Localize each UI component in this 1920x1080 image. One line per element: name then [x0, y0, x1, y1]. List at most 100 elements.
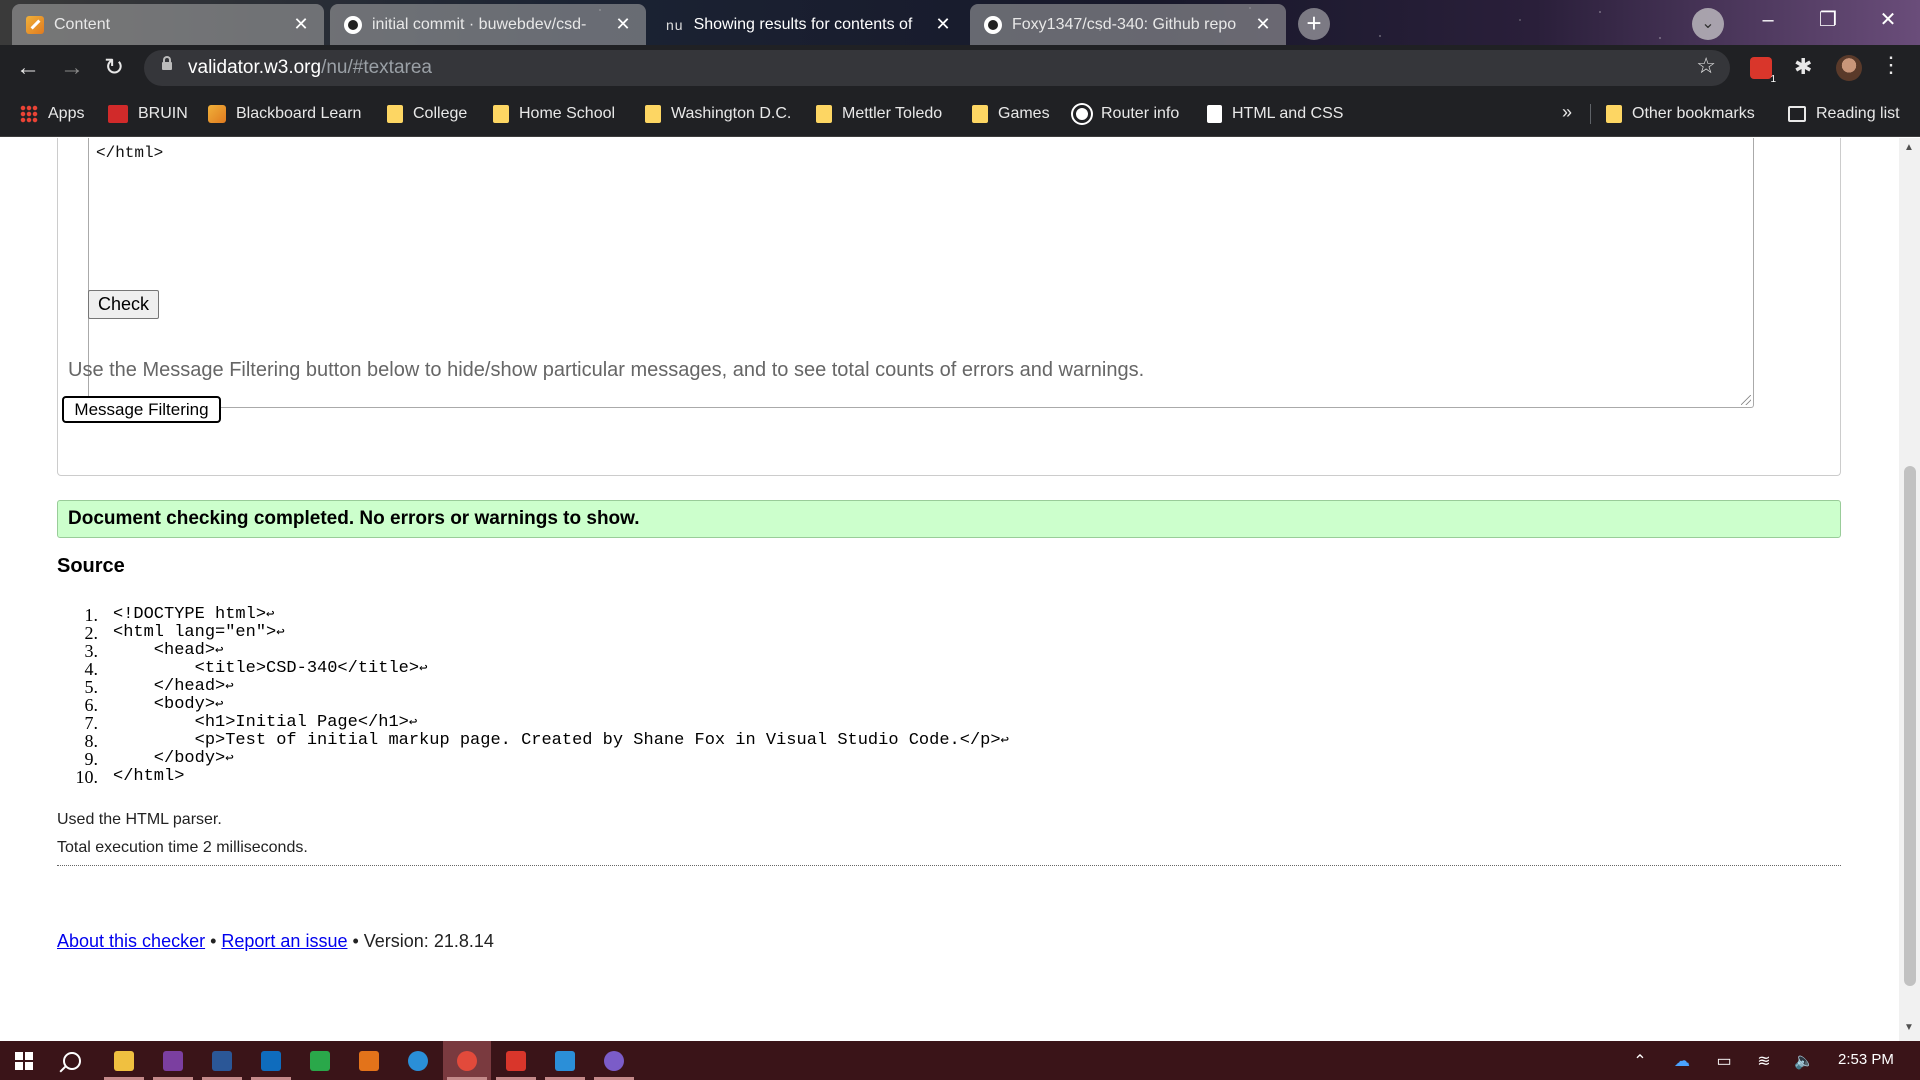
other-bookmarks[interactable]: Other bookmarks: [1606, 102, 1755, 126]
taskbar-app-office[interactable]: [345, 1041, 393, 1080]
lock-icon[interactable]: [162, 56, 172, 70]
line-code: <body>: [113, 695, 216, 714]
pencil-icon: [26, 15, 44, 34]
check-button[interactable]: Check: [88, 290, 159, 319]
bookmark-label: BRUIN: [138, 105, 188, 122]
onedrive-cloud-icon[interactable]: ☁: [1668, 1041, 1696, 1080]
source-line: 6. <body> ↩: [65, 695, 1009, 715]
tab-title: Content: [54, 15, 111, 33]
url-host: validator.w3.org: [188, 57, 322, 78]
source-line: 7. <h1>Initial Page</h1> ↩: [65, 713, 1009, 733]
more-bookmarks-chevron[interactable]: »: [1562, 102, 1572, 123]
line-number: 6.: [84, 695, 99, 715]
scroll-up-arrow-icon[interactable]: ▲: [1904, 142, 1914, 153]
edge-icon: [408, 1050, 428, 1071]
line-code: <html lang="en">: [113, 623, 277, 642]
taskbar-app-onenote[interactable]: [149, 1041, 197, 1080]
taskbar-app-outlook[interactable]: [247, 1041, 295, 1080]
close-icon[interactable]: ✕: [1254, 14, 1272, 35]
avatar[interactable]: [1836, 55, 1862, 81]
start-button[interactable]: [0, 1041, 48, 1080]
bookmark-washington-dc[interactable]: Washington D.C.: [645, 102, 791, 126]
folder-icon: [493, 105, 509, 123]
bookmark-html-css[interactable]: HTML and CSS: [1207, 102, 1343, 126]
bookmark-label: Mettler Toledo: [842, 105, 943, 122]
other-bookmarks-label: Other bookmarks: [1632, 105, 1755, 122]
taskbar-app-dollar-app[interactable]: [296, 1041, 344, 1080]
line-code: </body>: [113, 749, 226, 768]
scroll-down-arrow-icon[interactable]: ▼: [1904, 1022, 1914, 1033]
tab-github-repo[interactable]: Foxy1347/csd-340: Github repo ✕: [970, 4, 1286, 45]
close-icon[interactable]: ✕: [292, 14, 310, 35]
system-clock[interactable]: 2:53 PM: [1838, 1051, 1894, 1068]
show-hidden-icons-chevron[interactable]: ⌃: [1628, 1041, 1652, 1080]
minimize-icon[interactable]: –: [1740, 0, 1796, 40]
bookmark-label: Home School: [519, 105, 616, 122]
taskbar-app-edge[interactable]: [394, 1041, 442, 1080]
taskbar-app-file-explorer[interactable]: [100, 1041, 148, 1080]
bookmark-games[interactable]: Games: [972, 102, 1050, 126]
reload-icon[interactable]: ↻: [98, 52, 130, 84]
message-filtering-button[interactable]: Message Filtering: [62, 396, 221, 423]
bookmark-router-info[interactable]: Router info: [1073, 102, 1179, 126]
folder-icon: [387, 105, 403, 123]
resize-grip-icon[interactable]: [1741, 395, 1751, 405]
nu-icon: nu: [666, 16, 684, 33]
address-bar[interactable]: validator.w3.org/nu/#textarea ☆: [144, 50, 1730, 86]
line-end-icon: ↩: [215, 643, 224, 659]
new-tab-button[interactable]: +: [1298, 8, 1330, 40]
tab-search-chevron-icon[interactable]: ⌄: [1692, 8, 1724, 40]
tab-initial-commit[interactable]: initial commit · buwebdev/csd- ✕: [330, 4, 646, 45]
folder-icon: [645, 105, 661, 123]
vertical-scrollbar[interactable]: ▲ ▼: [1899, 138, 1920, 1041]
page-viewport: </html> Check Use the Message Filtering …: [0, 138, 1899, 1041]
taskbar-app-todoist[interactable]: [492, 1041, 540, 1080]
tab-content[interactable]: Content ✕: [12, 4, 324, 45]
extensions-puzzle-icon[interactable]: ✱: [1794, 54, 1812, 80]
taskbar-app-github-desktop[interactable]: [590, 1041, 638, 1080]
close-icon[interactable]: ✕: [934, 14, 952, 35]
line-code: </head>: [113, 677, 226, 696]
source-line: 3. <head> ↩: [65, 641, 1009, 661]
textarea-text: </html>: [96, 144, 164, 162]
scrollbar-thumb[interactable]: [1904, 466, 1916, 986]
bookmark-star-icon[interactable]: ☆: [1696, 53, 1716, 79]
github-desktop-icon: [604, 1050, 624, 1071]
close-icon[interactable]: ✕: [614, 14, 632, 35]
bookmark-home-school[interactable]: Home School: [493, 102, 615, 126]
taskbar-app-vscode[interactable]: [541, 1041, 589, 1080]
taskbar-app-chrome[interactable]: [443, 1041, 491, 1080]
about-checker-link[interactable]: About this checker: [57, 931, 205, 951]
line-end-icon: ↩: [276, 625, 285, 641]
restore-icon[interactable]: ❐: [1800, 0, 1856, 40]
reading-list[interactable]: Reading list: [1788, 102, 1900, 126]
bookmark-bruin[interactable]: BRUIN: [108, 102, 188, 126]
more-menu-icon[interactable]: ⋮: [1880, 52, 1902, 78]
bookmark-label: Games: [998, 105, 1050, 122]
line-code: <h1>Initial Page</h1>: [113, 713, 409, 732]
bookmark-apps[interactable]: Apps: [20, 102, 84, 126]
todoist-extension-icon[interactable]: 1: [1750, 57, 1776, 85]
line-end-icon: ↩: [215, 697, 224, 713]
volume-icon[interactable]: 🔈: [1792, 1041, 1816, 1080]
close-window-icon[interactable]: ✕: [1860, 0, 1916, 40]
tab-validator-results[interactable]: nu Showing results for contents of ✕: [652, 4, 966, 45]
report-issue-link[interactable]: Report an issue: [221, 931, 347, 951]
line-number: 3.: [84, 641, 99, 661]
taskbar-app-word[interactable]: [198, 1041, 246, 1080]
source-line: 2. <html lang="en"> ↩: [65, 623, 1009, 643]
back-arrow-icon[interactable]: ←: [12, 52, 44, 84]
line-code: <head>: [113, 641, 216, 660]
search-icon: [63, 1051, 81, 1070]
bookmark-college[interactable]: College: [387, 102, 467, 126]
line-code: <p>Test of initial markup page. Created …: [113, 731, 1001, 750]
wifi-icon[interactable]: ≋: [1752, 1041, 1776, 1080]
folder-icon: [816, 105, 832, 123]
forward-arrow-icon[interactable]: →: [56, 52, 88, 84]
bookmark-mettler-toledo[interactable]: Mettler Toledo: [816, 102, 942, 126]
battery-icon[interactable]: ▭: [1712, 1041, 1736, 1080]
search-button[interactable]: [48, 1041, 96, 1080]
url-text[interactable]: validator.w3.org/nu/#textarea: [188, 57, 432, 79]
bookmark-blackboard[interactable]: Blackboard Learn: [208, 102, 361, 126]
footer-separator: •: [205, 931, 222, 951]
